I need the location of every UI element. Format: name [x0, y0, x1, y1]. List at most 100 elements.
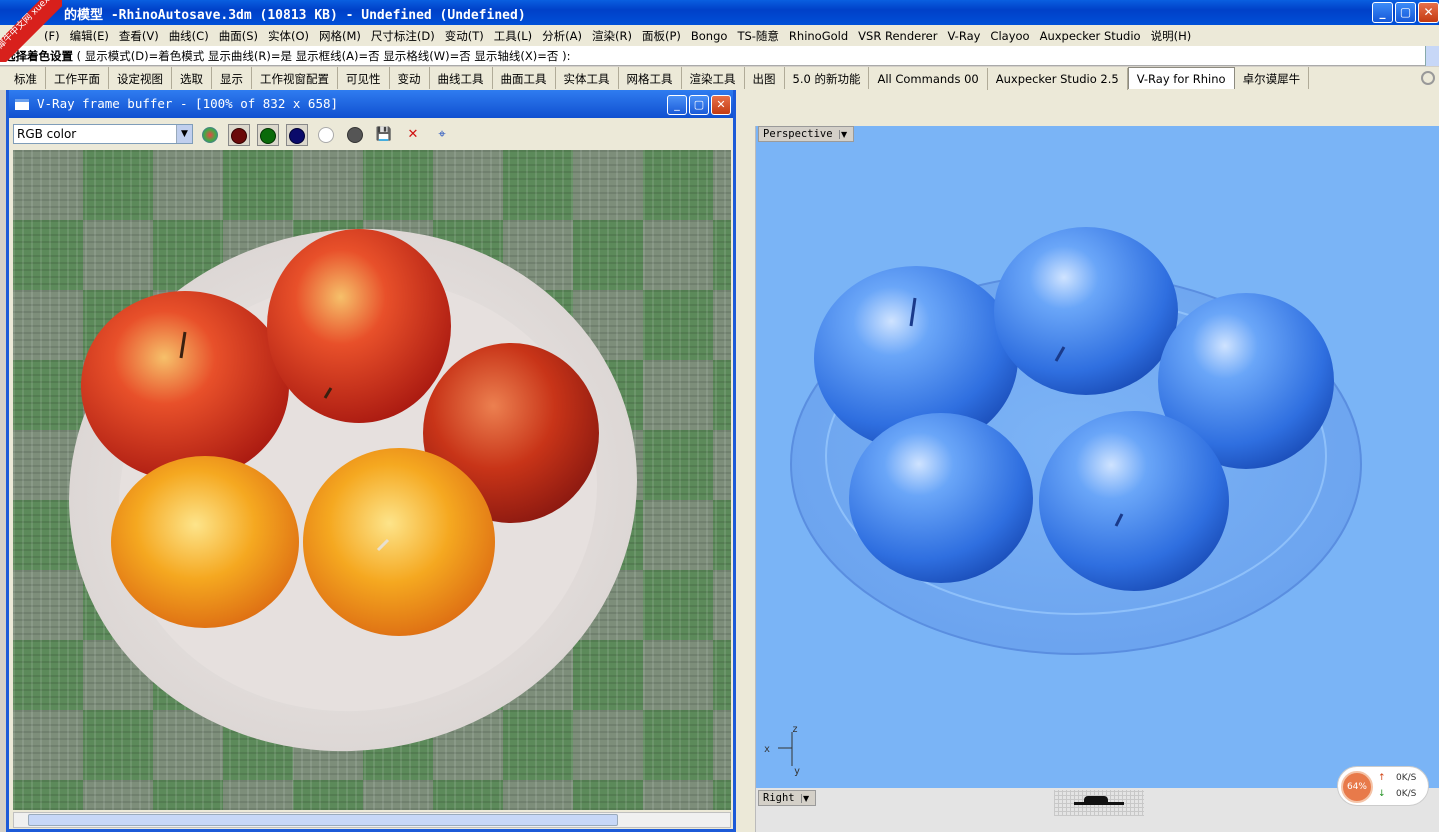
perspective-viewport[interactable]: Perspective ▼ z x y — [756, 126, 1439, 788]
vfb-maximize-button[interactable]: ▢ — [689, 95, 709, 115]
channel-value: RGB color — [17, 127, 77, 141]
toolbar-tab-9[interactable]: 曲面工具 — [493, 67, 556, 89]
viewport-label-right: Right — [763, 792, 795, 804]
network-status-widget: 64% ↑ 0K/S ↓ 0K/S — [1337, 766, 1429, 806]
axis-y-label: y — [794, 766, 800, 777]
close-button[interactable]: ✕ — [1418, 2, 1439, 23]
toolbar-tab-2[interactable]: 设定视图 — [109, 67, 172, 89]
render-image — [13, 150, 731, 810]
download-arrow-icon: ↓ — [1378, 789, 1386, 799]
toolbar-tab-1[interactable]: 工作平面 — [46, 67, 109, 89]
axis-x-label: x — [764, 744, 770, 755]
apple-5 — [1039, 411, 1229, 591]
menu-item-16[interactable]: VSR Renderer — [853, 26, 942, 43]
toolbar-tab-11[interactable]: 网格工具 — [619, 67, 682, 89]
toolbar-tab-15[interactable]: All Commands 00 — [869, 68, 988, 90]
toolbar-tab-7[interactable]: 变动 — [390, 67, 430, 89]
apple-red-left — [81, 291, 289, 481]
window-icon — [15, 99, 29, 110]
horizontal-scrollbar[interactable] — [13, 812, 731, 828]
toolbar-tab-13[interactable]: 出图 — [745, 67, 785, 89]
right-viewport-grid — [1054, 790, 1144, 816]
menu-item-19[interactable]: Auxpecker Studio — [1035, 26, 1146, 43]
scroll-thumb[interactable] — [28, 814, 618, 826]
menu-item-1[interactable]: 编辑(E) — [65, 25, 114, 44]
apple-orange-center — [303, 448, 495, 636]
menu-item-12[interactable]: 面板(P) — [637, 25, 686, 44]
save-icon[interactable]: 💾 — [373, 124, 395, 146]
command-line[interactable]: 选择着色设置 ( 显示模式(D)=着色模式 显示曲线(R)=是 显示框线(A)=… — [0, 46, 1439, 66]
toolbar-tab-6[interactable]: 可见性 — [338, 67, 390, 89]
upload-speed: 0K/S — [1396, 773, 1417, 783]
vfb-minimize-button[interactable]: _ — [667, 95, 687, 115]
menu-item-7[interactable]: 尺寸标注(D) — [366, 25, 440, 44]
alpha-channel-button[interactable] — [315, 124, 337, 146]
vfb-close-button[interactable]: ✕ — [711, 95, 731, 115]
apple-2 — [994, 227, 1178, 395]
maximize-button[interactable]: ▢ — [1395, 2, 1416, 23]
menu-item-18[interactable]: Clayoo — [985, 26, 1034, 43]
command-prompt-options: ( 显示模式(D)=着色模式 显示曲线(R)=是 显示框线(A)=否 显示格线(… — [76, 49, 571, 63]
menu-item-14[interactable]: TS-随意 — [732, 25, 783, 44]
menu-item-13[interactable]: Bongo — [686, 26, 733, 43]
right-viewport[interactable]: Right ▼ — [756, 788, 1439, 832]
menu-item-8[interactable]: 变动(T) — [440, 25, 489, 44]
vfb-title: V-Ray frame buffer - [100% of 832 x 658] — [37, 96, 339, 111]
toolbar-tab-4[interactable]: 显示 — [212, 67, 252, 89]
toolbar-tabs: 标准 工作平面 设定视图 选取 显示 工作视窗配置 可见性 变动 曲线工具 曲面工具 实体工具 网格工… — [0, 67, 1439, 91]
toolbar-tab-16[interactable]: Auxpecker Studio 2.5 — [988, 68, 1128, 90]
download-speed: 0K/S — [1396, 789, 1417, 799]
toolbar-tab-8[interactable]: 曲线工具 — [430, 67, 493, 89]
menu-item-15[interactable]: RhinoGold — [784, 26, 853, 43]
window-title-bar: 的模型 -RhinoAutosave.3dm (10813 KB) - Unde… — [0, 0, 1439, 25]
rgb-toggle-icon[interactable] — [199, 124, 221, 146]
axis-z-label: z — [792, 724, 798, 735]
toolbar-tab-12[interactable]: 渲染工具 — [682, 67, 745, 89]
menu-item-4[interactable]: 曲面(S) — [214, 25, 263, 44]
menu-item-20[interactable]: 说明(H) — [1146, 25, 1197, 44]
menu-item-9[interactable]: 工具(L) — [489, 25, 537, 44]
axis-gizmo — [778, 732, 793, 766]
minimize-button[interactable]: _ — [1372, 2, 1393, 23]
toolbar-tab-3[interactable]: 选取 — [172, 67, 212, 89]
menu-item-3[interactable]: 曲线(C) — [164, 25, 214, 44]
watermark-text: 学犀牛中文网 xuexiniu — [0, 0, 62, 62]
window-title: 的模型 -RhinoAutosave.3dm (10813 KB) - Unde… — [64, 8, 526, 23]
viewport-title-right[interactable]: Right ▼ — [758, 790, 816, 806]
toolbar-tab-14[interactable]: 5.0 的新功能 — [785, 67, 870, 89]
apple-red-top — [267, 229, 451, 423]
vfb-toolbar: RGB color ▼ 💾 ✕ ⌖ — [9, 118, 733, 148]
vertical-scrollbar[interactable] — [736, 126, 756, 832]
track-mouse-icon[interactable]: ⌖ — [431, 124, 453, 146]
gear-icon[interactable] — [1421, 71, 1435, 85]
green-channel-button[interactable] — [257, 124, 279, 146]
vfb-title-bar[interactable]: V-Ray frame buffer - [100% of 832 x 658]… — [9, 90, 733, 118]
perspective-scene: z x y — [764, 227, 1362, 777]
apple-4 — [849, 413, 1033, 583]
cpu-percent: 64% — [1341, 771, 1373, 803]
rendered-apples — [69, 228, 637, 752]
red-channel-button[interactable] — [228, 124, 250, 146]
toolbar-tab-0[interactable]: 标准 — [6, 67, 46, 89]
menu-item-17[interactable]: V-Ray — [942, 26, 985, 43]
command-scroll[interactable] — [1425, 46, 1439, 66]
clear-icon[interactable]: ✕ — [402, 124, 424, 146]
mono-mode-button[interactable] — [344, 124, 366, 146]
channel-select[interactable]: RGB color ▼ — [13, 124, 193, 144]
menu-item-5[interactable]: 实体(O) — [263, 25, 314, 44]
toolbar-tab-17[interactable]: V-Ray for Rhino — [1127, 67, 1235, 89]
toolbar-tab-10[interactable]: 实体工具 — [556, 67, 619, 89]
menu-bar: (F) 编辑(E) 查看(V) 曲线(C) 曲面(S) 实体(O) 网格(M) 尺寸标注(D)… — [0, 25, 1439, 46]
menu-item-10[interactable]: 分析(A) — [537, 25, 587, 44]
menu-item-6[interactable]: 网格(M) — [314, 25, 366, 44]
dropdown-arrow-icon: ▼ — [176, 125, 192, 143]
dropdown-arrow-icon: ▼ — [800, 794, 811, 803]
blue-channel-button[interactable] — [286, 124, 308, 146]
toolbar-tab-5[interactable]: 工作视窗配置 — [252, 67, 338, 89]
toolbar-tab-18[interactable]: 卓尔谟犀牛 — [1235, 67, 1310, 89]
menu-item-11[interactable]: 渲染(R) — [587, 25, 637, 44]
menu-item-2[interactable]: 查看(V) — [114, 25, 164, 44]
watermark-badge: 学犀牛中文网 xuexiniu — [0, 0, 62, 62]
vray-frame-buffer-window: V-Ray frame buffer - [100% of 832 x 658]… — [6, 90, 736, 832]
apple-orange-left — [111, 456, 299, 628]
